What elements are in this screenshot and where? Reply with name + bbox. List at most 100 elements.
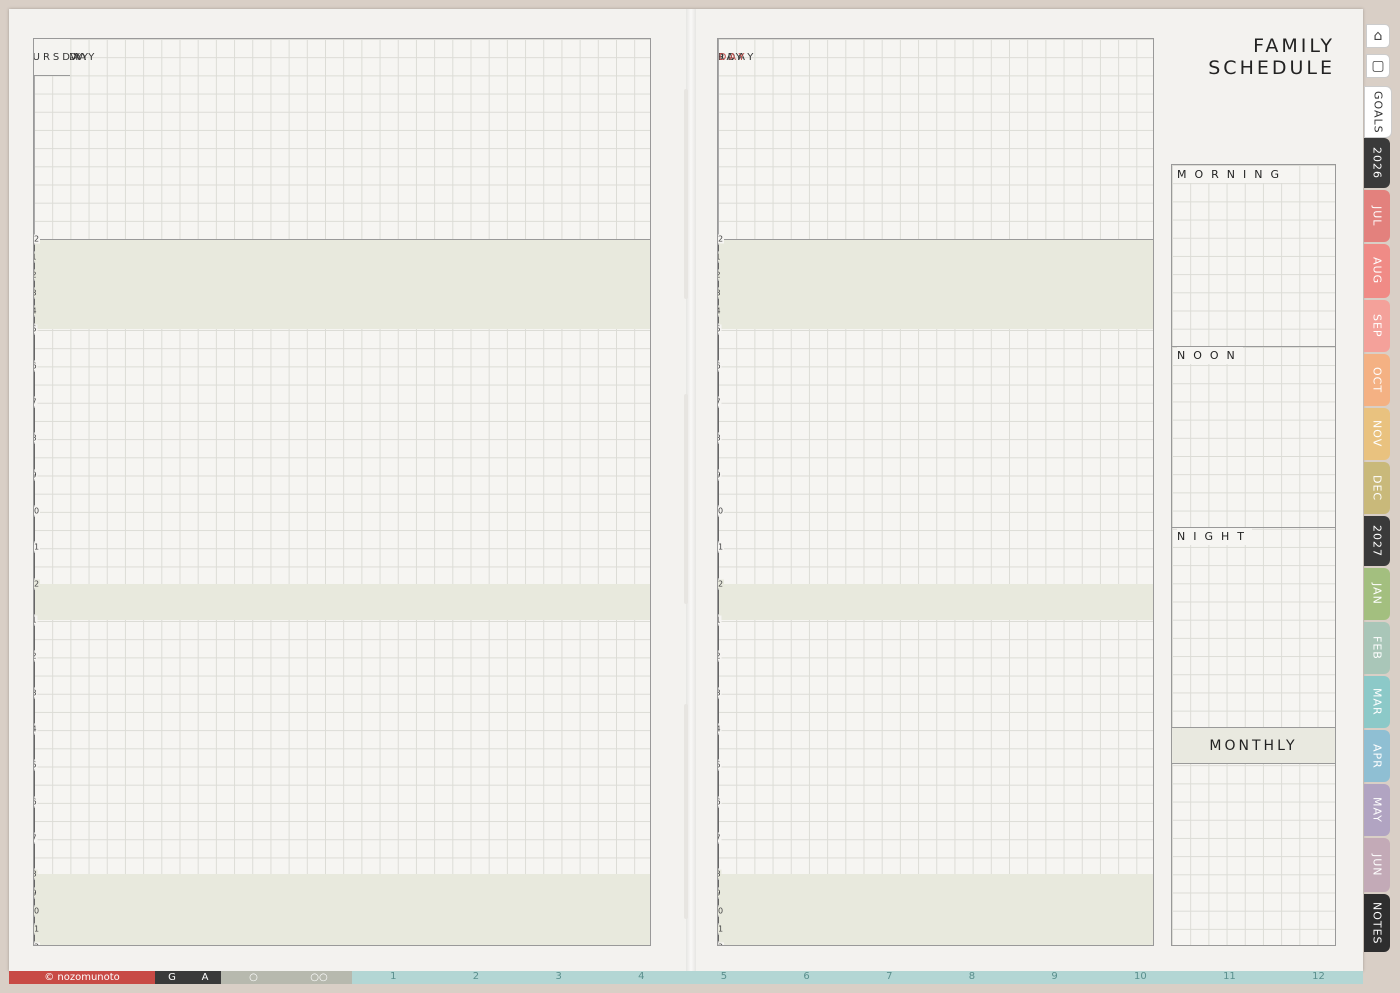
- time-tick: [34, 263, 35, 269]
- tab-notes[interactable]: NOTES: [1364, 894, 1390, 952]
- bottom-month-link-2[interactable]: 2: [473, 971, 479, 984]
- bottom-month-link-6[interactable]: 6: [803, 971, 809, 984]
- shaded-hour-band: [34, 874, 650, 945]
- home-icon[interactable]: ⌂: [1366, 24, 1390, 48]
- tab-jul[interactable]: JUL: [1364, 190, 1390, 242]
- brand-label[interactable]: © nozomunoto: [9, 971, 155, 984]
- time-tick: [718, 245, 719, 251]
- time-tick: [34, 335, 35, 360]
- planner-spread: MONDAY12123456789101112123456789101112TU…: [9, 9, 1363, 971]
- time-tick: [718, 263, 719, 269]
- bottom-month-link-7[interactable]: 7: [886, 971, 892, 984]
- tab-label: NOTES: [1370, 901, 1384, 945]
- tab-feb[interactable]: FEB: [1364, 622, 1390, 674]
- time-tick: [718, 281, 719, 287]
- tab-jun[interactable]: JUN: [1364, 838, 1390, 892]
- hour-label: 12: [718, 234, 725, 244]
- hour-label: 11: [718, 542, 725, 552]
- time-tick: [34, 699, 35, 723]
- bottom-month-link-1[interactable]: 1: [390, 971, 396, 984]
- tab-label: GOALS: [1371, 90, 1385, 134]
- time-tick: [34, 880, 35, 887]
- tab-2027[interactable]: 2027: [1364, 516, 1390, 566]
- hour-label: 1: [718, 252, 722, 262]
- hour-label: 12: [34, 579, 41, 589]
- time-tick: [34, 517, 35, 541]
- monthly-link[interactable]: MONTHLY: [1172, 727, 1335, 764]
- bottom-month-link-4[interactable]: 4: [638, 971, 644, 984]
- time-tick: [718, 335, 719, 360]
- bottom-month-link-11[interactable]: 11: [1223, 971, 1236, 984]
- time-tick: [718, 626, 719, 650]
- time-tick: [718, 662, 719, 687]
- bottom-goals-link[interactable]: G: [155, 971, 189, 984]
- bottom-circle-link-2[interactable]: ○○: [286, 971, 352, 984]
- bottom-month-link-5[interactable]: 5: [721, 971, 727, 984]
- tab-label: JAN: [1370, 583, 1384, 605]
- hour-label: 9: [34, 888, 38, 898]
- tab-oct[interactable]: OCT: [1364, 354, 1390, 406]
- bottom-month-link-10[interactable]: 10: [1134, 971, 1147, 984]
- tab-label: MAR: [1370, 688, 1384, 716]
- week-grid-left: MONDAY12123456789101112123456789101112TU…: [33, 38, 651, 946]
- bottom-month-link-9[interactable]: 9: [1051, 971, 1057, 984]
- bottom-nav-bar: © nozomunoto G A ○ ○○ 1 2 3 4 5 6 7 8 9 10 11 12: [9, 971, 1363, 984]
- time-tick: [34, 662, 35, 687]
- tab-sep[interactable]: SEP: [1364, 300, 1390, 352]
- hour-label: 12: [718, 579, 725, 589]
- tab-label: JUL: [1370, 205, 1384, 227]
- hour-label: 2: [34, 651, 38, 661]
- hour-label: 10: [34, 506, 41, 516]
- tab-goals[interactable]: GOALS: [1364, 86, 1392, 138]
- tab-may[interactable]: MAY: [1364, 784, 1390, 836]
- bottom-annual-link[interactable]: A: [189, 971, 221, 984]
- tab-nov[interactable]: NOV: [1364, 408, 1390, 460]
- hour-label: 3: [718, 688, 722, 698]
- hour-label: 10: [718, 506, 725, 516]
- time-tick: [34, 935, 35, 941]
- hour-label: 6: [718, 797, 722, 807]
- time-tick: [718, 590, 719, 614]
- day-start-line: [718, 239, 1153, 240]
- tab-2026[interactable]: 2026: [1364, 138, 1390, 188]
- hour-label: 4: [718, 306, 722, 316]
- bottom-circle-link-1[interactable]: ○: [221, 971, 286, 984]
- time-tick: [34, 590, 35, 614]
- hour-label: 5: [718, 324, 722, 334]
- time-tick: [718, 553, 719, 578]
- hour-label: 12: [718, 942, 725, 945]
- tab-jan[interactable]: JAN: [1364, 568, 1390, 620]
- day-start-line: [34, 239, 650, 240]
- tab-aug[interactable]: AUG: [1364, 244, 1390, 298]
- time-tick: [718, 880, 719, 887]
- morning-label: MORNING: [1177, 166, 1288, 183]
- shaded-hour-band: [34, 584, 650, 620]
- time-tick: [718, 517, 719, 541]
- tab-dec[interactable]: DEC: [1364, 462, 1390, 514]
- day-header-thursday: THURSDAY: [34, 39, 88, 76]
- hour-label: 8: [718, 869, 722, 879]
- title-line-2: SCHEDULE: [1208, 57, 1335, 79]
- bottom-month-link-12[interactable]: 12: [1312, 971, 1325, 984]
- hour-label: 2: [718, 651, 722, 661]
- time-tick: [34, 317, 35, 323]
- tab-apr[interactable]: APR: [1364, 730, 1390, 782]
- tab-label: SEP: [1370, 314, 1384, 338]
- time-tick: [718, 808, 719, 832]
- hour-label: 5: [718, 760, 722, 770]
- time-tick: [34, 553, 35, 578]
- page-title: FAMILY SCHEDULE: [1208, 35, 1335, 79]
- hour-label: 11: [718, 924, 725, 934]
- bottom-month-link-8[interactable]: 8: [969, 971, 975, 984]
- time-tick: [34, 626, 35, 650]
- time-tick: [718, 844, 719, 868]
- time-tick: [718, 408, 719, 432]
- time-tick: [34, 372, 35, 396]
- time-tick: [34, 808, 35, 832]
- hour-label: 12: [34, 942, 41, 945]
- square-icon[interactable]: ▢: [1366, 54, 1390, 78]
- hour-label: 3: [34, 288, 38, 298]
- bottom-month-link-3[interactable]: 3: [555, 971, 561, 984]
- tab-mar[interactable]: MAR: [1364, 676, 1390, 728]
- time-tick: [34, 771, 35, 796]
